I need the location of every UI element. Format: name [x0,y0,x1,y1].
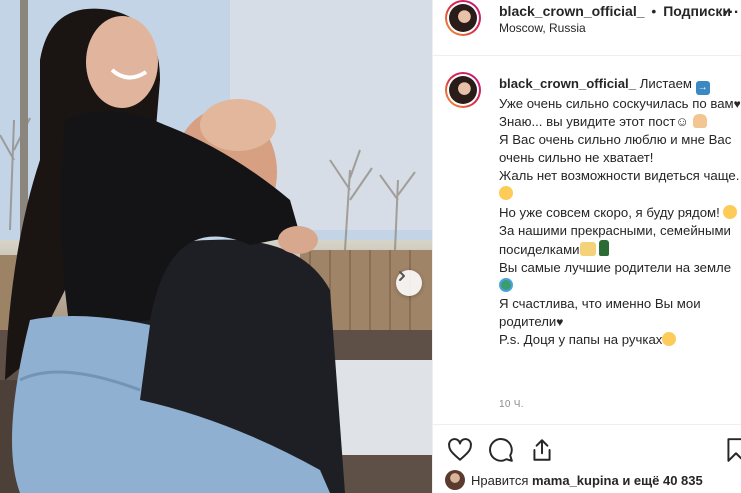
bookmark-icon[interactable] [723,437,741,463]
post-caption: black_crown_official_ Листаем → Уже очен… [499,75,741,349]
clinking-glasses-emoji-icon [579,241,596,256]
caption-username[interactable]: black_crown_official_ [499,76,636,91]
heart-emoji-icon-2: ♥ [556,315,564,330]
post-photo[interactable] [0,0,432,493]
heart-icon[interactable] [447,437,473,463]
caption-line-5: Жаль нет возможности видеться чаще. [499,168,740,184]
liker-username[interactable]: mama_kupina [532,473,619,488]
caption-line-2: Уже очень сильно соскучилась по вам [499,96,734,111]
likes-count[interactable]: и ещё 40 835 [622,473,702,488]
likes-prefix: Нравится [471,473,529,488]
caption-line-4: Я Вас очень сильно люблю и мне Вас очень… [499,132,732,166]
author-avatar[interactable] [445,0,481,36]
caption-author-avatar[interactable] [445,72,481,108]
post-timestamp[interactable]: 10 ч. [499,399,524,410]
follow-button[interactable]: Подписки [663,3,731,19]
caption-line-6: Но уже совсем скоро, я буду рядом! [499,204,720,220]
more-options-icon[interactable]: ... [723,0,739,18]
post-sidebar: black_crown_official_ • Подписки ... Mos… [432,0,741,493]
globe-emoji-icon [499,277,513,292]
champagne-bottle-emoji-icon [599,239,610,256]
heart-emoji-icon: ♥ [733,97,741,111]
caption-line-7: За нашими прекрасными, семейными посидел… [499,222,731,257]
photo-illustration [0,0,432,493]
separator-dot: • [651,3,657,19]
post-location[interactable]: Moscow, Russia [499,21,586,35]
post-header: black_crown_official_ • Подписки ... Mos… [433,0,741,56]
author-username[interactable]: black_crown_official_ [499,3,645,19]
next-photo-button[interactable] [396,270,422,296]
smile-emoji-icon [499,186,513,201]
caption-line-10: P.s. Доця у папы на ручках [499,332,663,348]
caption-line-9: Я счастлива, что именно Вы мои родители [499,296,701,330]
share-icon[interactable] [529,437,555,463]
grin-emoji-icon [723,204,738,219]
liker-avatar[interactable] [445,470,465,490]
praying-hands-emoji-icon [692,114,707,129]
likes-summary: Нравится mama_kupina и ещё 40 835 [445,470,703,490]
caption-line-8: Вы самые лучшие родители на земле [499,259,732,275]
caption-line-1: Листаем [639,76,692,91]
smile-text-emoji-icon: ☺ [675,114,689,130]
caption-line-3: Знаю... вы увидите этот пост [499,114,676,130]
laughing-emoji-icon [662,332,677,347]
header-line: black_crown_official_ • Подписки [499,3,731,19]
action-bar [433,424,741,468]
next-photo-arrow-icon [399,271,405,281]
right-arrow-emoji-icon: → [695,81,710,95]
comment-icon[interactable] [488,437,514,463]
